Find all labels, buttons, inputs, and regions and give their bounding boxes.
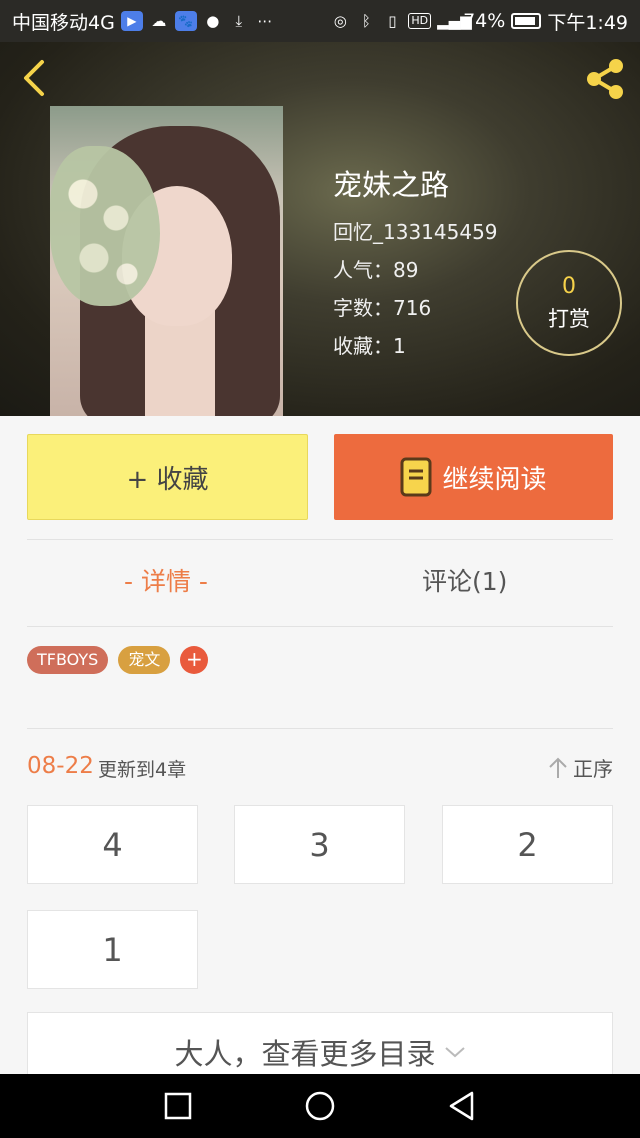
word-count-stat: 字数：716 xyxy=(333,296,432,320)
reward-count: 0 xyxy=(562,274,576,299)
chapter-cell[interactable]: 4 xyxy=(27,805,198,884)
tag-list: TFBOYS 宠文 + xyxy=(27,646,209,674)
share-button[interactable] xyxy=(580,54,630,104)
book-cover-image[interactable] xyxy=(50,106,283,416)
book-icon xyxy=(400,457,432,497)
clock: 下午1:49 xyxy=(547,11,628,34)
hotspot-icon: ◎ xyxy=(333,12,347,30)
sort-order-button[interactable]: 正序 xyxy=(547,753,613,782)
hd-icon: HD xyxy=(408,13,432,29)
back-nav-icon[interactable] xyxy=(446,1090,478,1122)
read-label: 继续阅读 xyxy=(442,464,547,495)
back-button[interactable] xyxy=(16,56,56,100)
author-name[interactable]: 回忆_133145459 xyxy=(333,216,498,245)
battery-percent: 74% xyxy=(463,10,506,32)
reward-label: 打赏 xyxy=(548,307,590,331)
recent-apps-icon[interactable] xyxy=(162,1090,194,1122)
vibrate-icon: ▯ xyxy=(388,12,397,30)
collect-button[interactable]: + 收藏 xyxy=(27,434,308,520)
status-bar: 中国移动4G ▶ ☁ 🐾 ● ⤓ ⋯ ◎ ᛒ ▯ HD ▂▄▆ 74% 下午1:… xyxy=(0,0,640,42)
share-icon xyxy=(587,59,623,99)
tab-detail[interactable]: - 详情 - xyxy=(124,562,208,598)
chapter-cell[interactable]: 1 xyxy=(27,910,198,989)
book-header: 宠妹之路 回忆_133145459 人气：89 字数：716 收藏：1 0 打赏 xyxy=(0,42,640,416)
chapter-cell[interactable]: 2 xyxy=(442,805,613,884)
popularity-stat: 人气：89 xyxy=(333,258,419,282)
carrier-label: 中国移动4G xyxy=(12,11,115,34)
chevron-left-icon xyxy=(24,60,44,96)
more-catalog-label: 大人，查看更多目录 xyxy=(174,1037,436,1071)
update-text: 更新到4章 xyxy=(98,759,187,781)
more-dots-icon: ⋯ xyxy=(257,12,273,30)
add-tag-button[interactable]: + xyxy=(180,646,209,674)
divider xyxy=(27,626,613,627)
chevron-down-icon xyxy=(444,1047,465,1058)
tag-item[interactable]: TFBOYS xyxy=(27,646,109,674)
system-nav-bar xyxy=(0,1074,640,1138)
wechat-icon: ● xyxy=(206,12,220,30)
continue-reading-button[interactable]: 继续阅读 xyxy=(334,434,613,520)
play-app-icon: ▶ xyxy=(120,11,143,31)
baidu-icon: 🐾 xyxy=(174,11,197,31)
cloud-icon: ☁ xyxy=(151,12,167,30)
update-date: 08-22 xyxy=(27,753,94,779)
reward-button[interactable]: 0 打赏 xyxy=(516,250,622,356)
bluetooth-icon: ᛒ xyxy=(361,12,371,30)
tag-item[interactable]: 宠文 xyxy=(118,646,171,674)
book-title: 宠妹之路 xyxy=(333,168,450,202)
sort-label: 正序 xyxy=(573,757,613,781)
chapter-cell[interactable]: 3 xyxy=(234,805,405,884)
divider xyxy=(27,728,613,729)
home-icon[interactable] xyxy=(304,1090,336,1122)
download-icon: ⤓ xyxy=(235,12,243,30)
signal-icon: ▂▄▆ xyxy=(437,12,472,30)
battery-icon xyxy=(511,13,542,29)
collect-label: + 收藏 xyxy=(126,464,209,495)
tab-comment[interactable]: 评论(1) xyxy=(422,562,507,598)
divider xyxy=(27,539,613,540)
favorites-stat: 收藏：1 xyxy=(333,334,406,358)
arrow-up-icon xyxy=(549,757,567,778)
